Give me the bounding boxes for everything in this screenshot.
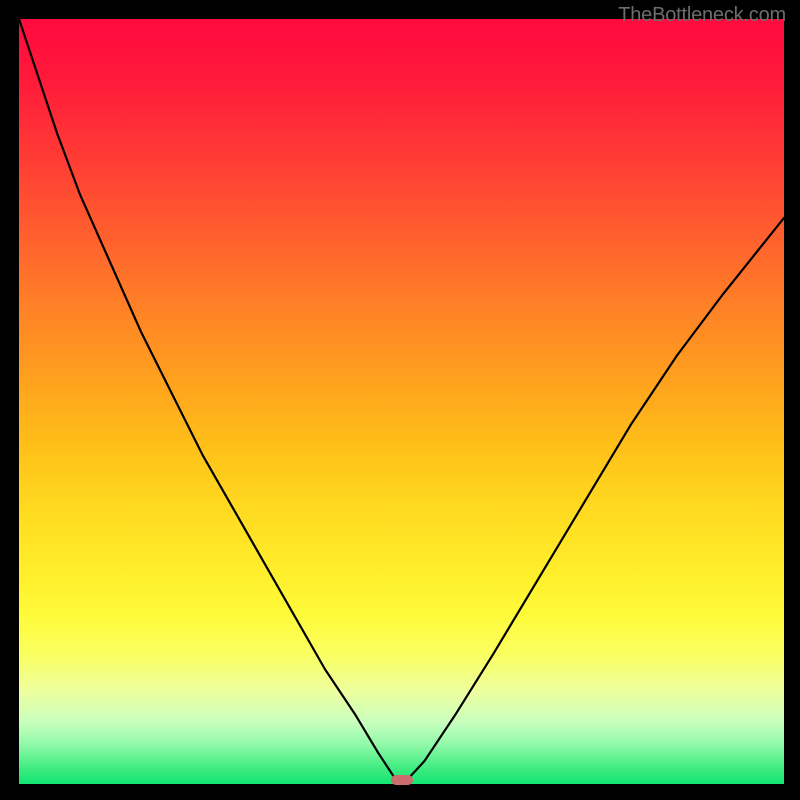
chart-container: TheBottleneck.com (0, 0, 800, 800)
minimum-marker (391, 775, 413, 785)
plot-gradient-background (19, 19, 784, 784)
attribution-text: TheBottleneck.com (618, 4, 786, 27)
